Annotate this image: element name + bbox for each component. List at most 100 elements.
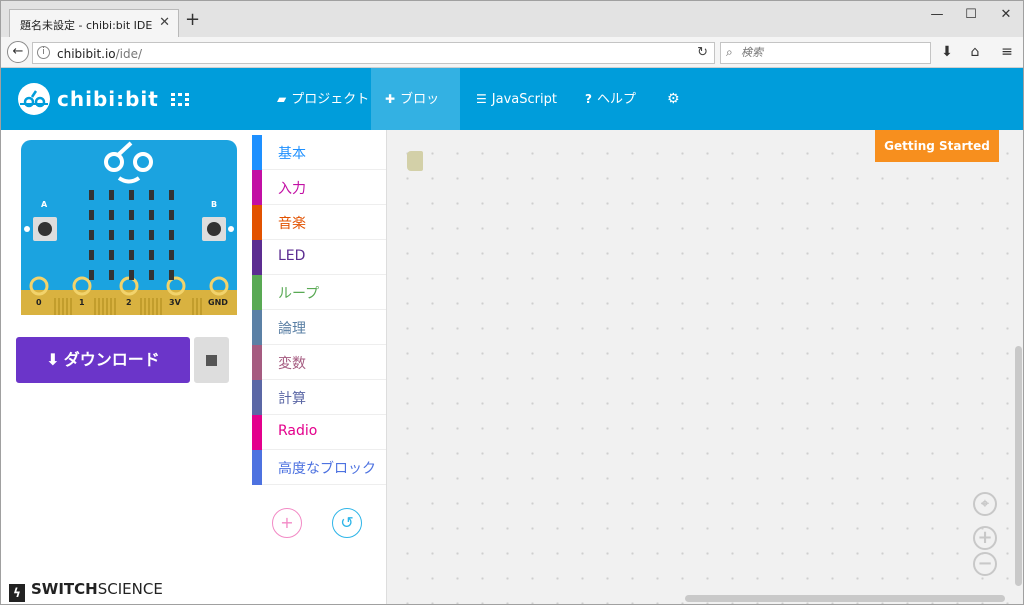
category-label: 計算 [278, 391, 306, 407]
search-icon: ⌕ [726, 45, 733, 59]
home-icon[interactable]: ⌂ [965, 44, 985, 60]
category-color-bar [252, 240, 262, 275]
vertical-scrollbar[interactable] [1015, 346, 1022, 586]
microbit-simulator[interactable]: A B 0 1 2 3V GND [21, 140, 237, 315]
getting-started-button[interactable]: Getting Started [875, 130, 999, 162]
category-color-bar [252, 170, 262, 205]
category-led[interactable]: LED [252, 240, 386, 275]
reload-icon[interactable]: ↻ [697, 45, 708, 60]
info-icon[interactable]: i [37, 46, 50, 59]
tab-title: 題名未設定 - chibi:bit IDE [20, 19, 153, 32]
puzzle-icon: ✚ [385, 92, 396, 106]
undo-button[interactable]: ↺ [332, 508, 362, 538]
button-a-label: A [41, 200, 48, 209]
menu-icon[interactable]: ≡ [997, 44, 1017, 60]
button-b-label: B [211, 200, 218, 209]
category-label: Radio [278, 423, 318, 439]
browser-tab[interactable]: 題名未設定 - chibi:bit IDE ✕ [9, 9, 179, 37]
category-music[interactable]: 音楽 [252, 205, 386, 240]
nav-settings[interactable]: ⚙ [653, 68, 694, 130]
tab-bar: 題名未設定 - chibi:bit IDE ✕ + — ☐ ✕ [1, 1, 1023, 37]
search-box[interactable]: ⌕ [720, 42, 931, 64]
switchscience-logo[interactable]: ϟ SWITCHSCIENCE [9, 580, 163, 602]
category-loops[interactable]: ループ [252, 275, 386, 310]
category-label: 基本 [278, 146, 306, 162]
pin-1-label: 1 [79, 298, 85, 307]
stop-icon [206, 355, 217, 366]
window-close-button[interactable]: ✕ [996, 7, 1016, 22]
tab-close-icon[interactable]: ✕ [159, 15, 170, 30]
category-basic[interactable]: 基本 [252, 135, 386, 170]
brand-light-text: SCIENCE [97, 580, 163, 598]
maximize-button[interactable]: ☐ [961, 7, 981, 22]
start-block[interactable] [407, 151, 423, 171]
pin-3v-label: 3V [169, 298, 181, 307]
nav-project-label: プロジェクト [291, 92, 370, 107]
folder-open-icon: ▰ [277, 92, 287, 106]
category-label: LED [278, 248, 306, 264]
category-color-bar [252, 450, 262, 485]
stop-simulator-button[interactable] [194, 337, 229, 383]
category-input[interactable]: 入力 [252, 170, 386, 205]
zoom-in-button[interactable]: + [973, 526, 997, 550]
category-advanced[interactable]: 高度なブロック [252, 450, 386, 485]
category-label: 音楽 [278, 216, 306, 232]
category-color-bar [252, 205, 262, 240]
nav-project[interactable]: ▰ プロジェクト [263, 68, 383, 130]
new-tab-button[interactable]: + [185, 11, 200, 29]
category-color-bar [252, 275, 262, 310]
pin-0-label: 0 [36, 298, 42, 307]
url-host: chibibit.io [57, 47, 116, 61]
download-icon: ⬇ [46, 350, 60, 369]
logo-grid-icon [171, 92, 189, 106]
category-variables[interactable]: 変数 [252, 345, 386, 380]
nav-help[interactable]: ? ヘルプ [571, 68, 650, 130]
browser-window: 題名未設定 - chibi:bit IDE ✕ + — ☐ ✕ ← i chib… [0, 0, 1024, 605]
gear-icon: ⚙ [667, 91, 680, 107]
category-color-bar [252, 345, 262, 380]
category-label: 変数 [278, 356, 306, 372]
block-toolbox: 基本 入力 音楽 LED ループ 論理 変数 計算 Radio 高度なブロック … [252, 130, 387, 604]
logo-text[interactable]: chibi:bit [57, 87, 159, 111]
code-align-icon: ☰ [476, 92, 487, 106]
category-color-bar [252, 380, 262, 415]
pin-2-label: 2 [126, 298, 132, 307]
nav-javascript-label: JavaScript [491, 92, 557, 107]
category-logic[interactable]: 論理 [252, 310, 386, 345]
brand-bold-text: SWITCH [31, 580, 98, 598]
nav-blocks[interactable]: ✚ブロック [371, 68, 460, 169]
category-radio[interactable]: Radio [252, 415, 386, 450]
nav-help-label: ヘルプ [596, 92, 636, 107]
category-label: 高度なブロック [278, 461, 376, 477]
recenter-icon[interactable]: ⌖ [973, 492, 997, 516]
horizontal-scrollbar[interactable] [685, 595, 1005, 602]
question-icon: ? [585, 92, 592, 106]
app-header: chibi:bit ▰ プロジェクト ✚ブロック ☰ JavaScript ? ヘルプ… [1, 68, 1023, 169]
nav-javascript[interactable]: ☰ JavaScript [462, 68, 571, 130]
back-button[interactable]: ← [7, 41, 29, 63]
url-path: /ide/ [115, 47, 143, 61]
blocks-workspace[interactable]: Getting Started ⌖ + − [387, 130, 1023, 604]
category-label: 論理 [278, 321, 306, 337]
category-color-bar [252, 310, 262, 345]
pin-gnd-label: GND [208, 298, 228, 307]
arrow-left-icon: ← [12, 44, 24, 59]
zoom-out-button[interactable]: − [973, 552, 997, 576]
category-color-bar [252, 415, 262, 450]
search-input[interactable] [741, 45, 921, 61]
simulator-panel: A B 0 1 2 3V GND ⬇ ダウンロード ϟ SWITCHSCIENCE [1, 130, 252, 604]
browser-navbar: ← i chibibit.io/ide/ ↻ ⌕ ⬇ ⌂ ≡ [1, 37, 1023, 68]
switchscience-mark-icon: ϟ [9, 584, 25, 602]
category-label: ループ [278, 286, 320, 302]
url-text: chibibit.io/ide/ [57, 47, 142, 61]
address-bar[interactable]: i chibibit.io/ide/ ↻ [32, 42, 715, 64]
download-button-label: ダウンロード [63, 350, 160, 369]
category-label: 入力 [278, 181, 306, 197]
chibibit-logo-icon[interactable] [17, 82, 51, 120]
add-package-button[interactable]: + [272, 508, 302, 538]
category-math[interactable]: 計算 [252, 380, 386, 415]
download-button[interactable]: ⬇ ダウンロード [16, 337, 190, 383]
category-color-bar [252, 135, 262, 170]
minimize-button[interactable]: — [927, 7, 947, 22]
download-arrow-icon[interactable]: ⬇ [937, 44, 957, 60]
